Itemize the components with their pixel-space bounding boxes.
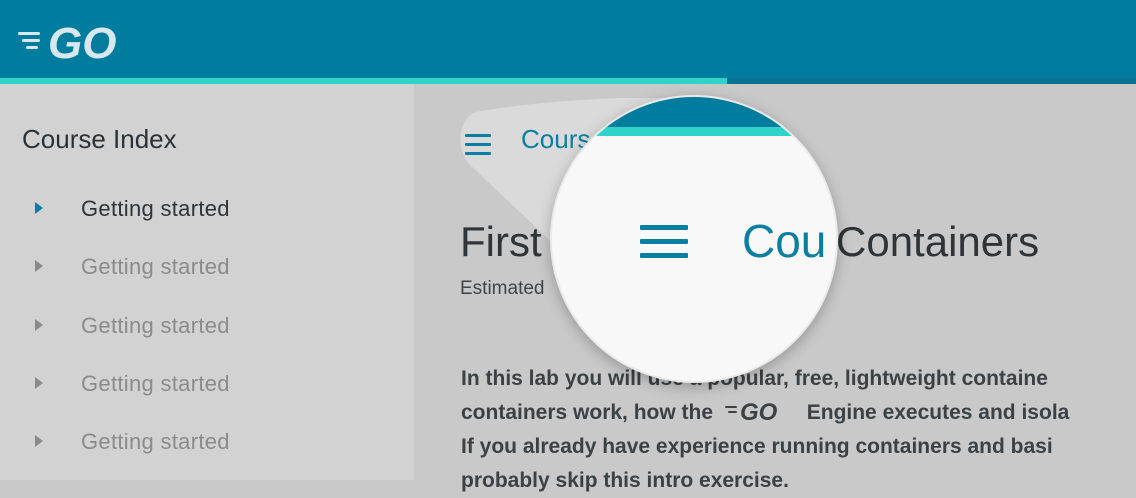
- chevron-right-icon: [35, 202, 43, 214]
- course-index-sidebar: Course Index Getting started Getting sta…: [0, 84, 414, 480]
- chevron-right-icon: [35, 376, 43, 389]
- svg-text:GO: GO: [740, 399, 778, 423]
- chevron-right-icon: [35, 318, 43, 331]
- intro-line-2: containers work, how the GO Engine execu…: [461, 396, 1136, 430]
- svg-text:GO: GO: [48, 19, 116, 64]
- magnifier-lens: Cou: [550, 95, 838, 383]
- sidebar-item-label: Getting started: [81, 254, 230, 280]
- intro-line-3: If you already have experience running c…: [461, 435, 1053, 458]
- intro-line-4: probably skip this intro exercise.: [461, 469, 789, 492]
- sidebar-item-getting-started-4[interactable]: Getting started: [0, 365, 414, 423]
- go-logo[interactable]: GO: [18, 18, 150, 64]
- chevron-right-icon: [35, 435, 43, 448]
- page-title-start: First: [460, 218, 542, 265]
- sidebar-item-getting-started-1[interactable]: Getting started: [0, 190, 414, 248]
- intro-line-1: In this lab you will use a popular, free…: [461, 367, 1048, 390]
- hamburger-line: [640, 239, 688, 244]
- sidebar-item-label: Getting started: [81, 312, 230, 338]
- sidebar-item-label: Getting started: [81, 370, 230, 396]
- magnified-breadcrumb: Cou: [742, 215, 827, 267]
- menu-button[interactable]: [465, 134, 491, 161]
- hamburger-line: [465, 134, 491, 137]
- sidebar-item-label: Getting started: [81, 429, 230, 455]
- page-title-end: Containers: [836, 218, 1040, 265]
- intro-line-2-end: Engine executes and isola: [806, 401, 1070, 424]
- sidebar-title: Course Index: [22, 124, 177, 154]
- sidebar-list: Getting started Getting started Getting …: [0, 190, 414, 481]
- top-bar: GO: [0, 0, 1136, 78]
- hamburger-line: [640, 253, 688, 258]
- chevron-right-icon: [35, 260, 43, 273]
- intro-line-2-start: containers work, how the: [461, 401, 714, 424]
- magnified-menu-icon: [640, 225, 688, 267]
- go-engine-logo: GO: [724, 399, 778, 423]
- estimated-time: Estimated: [460, 278, 545, 299]
- magnified-progress-strip: [552, 127, 836, 136]
- magnified-header: [552, 97, 836, 127]
- sidebar-item-getting-started-5[interactable]: Getting started: [0, 423, 414, 481]
- sidebar-item-label: Getting started: [81, 196, 230, 221]
- hamburger-line: [465, 152, 491, 155]
- hamburger-line: [465, 143, 491, 146]
- sidebar-item-getting-started-3[interactable]: Getting started: [0, 307, 414, 365]
- hamburger-line: [640, 225, 688, 230]
- sidebar-item-getting-started-2[interactable]: Getting started: [0, 248, 414, 306]
- intro-paragraph: In this lab you will use a popular, free…: [461, 362, 1136, 498]
